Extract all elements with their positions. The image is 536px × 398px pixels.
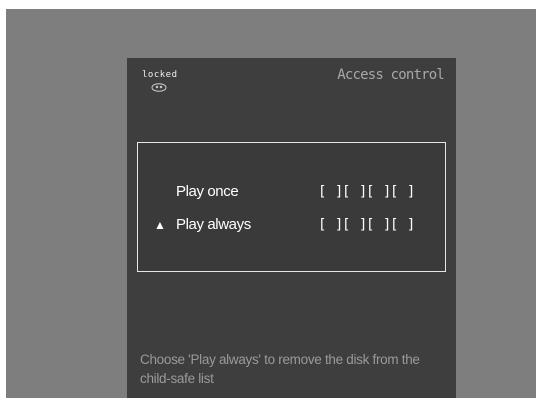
- access-code-box: Play once [ ][ ][ ][ ] ▲ Play always [ ]…: [137, 142, 446, 272]
- help-text: Choose 'Play always' to remove the disk …: [140, 352, 420, 386]
- option-play-once[interactable]: Play once [ ][ ][ ][ ]: [138, 181, 445, 203]
- page-title: Access control: [337, 67, 445, 83]
- selection-arrow-icon: ▲: [154, 218, 166, 232]
- lock-status: locked: [142, 70, 202, 100]
- code-entry-slots[interactable]: [ ][ ][ ][ ]: [318, 214, 415, 236]
- code-slot[interactable]: [ ]: [366, 214, 391, 236]
- option-label: Play once: [176, 183, 239, 200]
- option-label: Play always: [176, 216, 251, 233]
- code-slot[interactable]: [ ]: [390, 214, 415, 236]
- code-slot[interactable]: [ ]: [366, 181, 391, 203]
- code-slot[interactable]: [ ]: [342, 181, 367, 203]
- code-slot[interactable]: [ ]: [318, 181, 343, 203]
- code-slot[interactable]: [ ]: [390, 181, 415, 203]
- lock-status-label: locked: [142, 70, 178, 80]
- code-entry-slots[interactable]: [ ][ ][ ][ ]: [318, 181, 415, 203]
- option-play-always[interactable]: ▲ Play always [ ][ ][ ][ ]: [138, 214, 445, 236]
- code-slot[interactable]: [ ]: [342, 214, 367, 236]
- code-slot[interactable]: [ ]: [318, 214, 343, 236]
- lock-face-icon: [151, 83, 167, 92]
